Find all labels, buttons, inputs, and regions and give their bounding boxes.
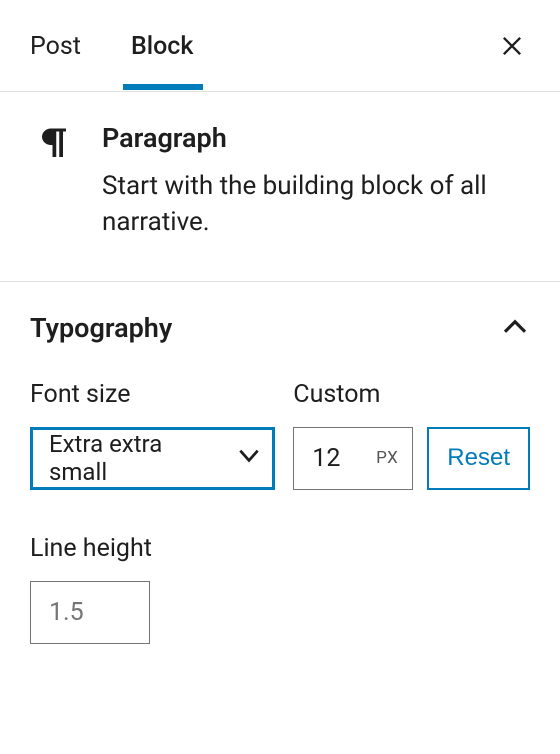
custom-size-group: Custom 12 PX Reset	[293, 380, 530, 490]
tab-block[interactable]: Block	[131, 2, 213, 89]
font-size-select[interactable]: Extra extra small	[30, 427, 275, 490]
tab-post[interactable]: Post	[30, 2, 101, 89]
typography-panel-toggle[interactable]: Typography	[30, 312, 530, 344]
custom-size-input[interactable]: 12 PX	[293, 427, 413, 490]
font-size-row: Font size Extra extra small Custom 12 PX…	[30, 380, 530, 490]
font-size-group: Font size Extra extra small	[30, 380, 275, 490]
font-size-label: Font size	[30, 380, 275, 409]
line-height-group: Line height 1.5	[30, 534, 530, 644]
block-description: Start with the building block of all nar…	[102, 168, 530, 241]
custom-size-label: Custom	[293, 380, 530, 409]
paragraph-icon	[36, 124, 72, 241]
line-height-input[interactable]: 1.5	[30, 581, 150, 644]
block-title: Paragraph	[102, 122, 530, 154]
typography-panel: Typography Font size Extra extra small C…	[0, 282, 560, 674]
sidebar-tabs: Post Block	[0, 0, 560, 92]
line-height-label: Line height	[30, 534, 530, 563]
chevron-down-icon	[236, 442, 262, 474]
reset-button[interactable]: Reset	[427, 427, 530, 490]
font-size-selected: Extra extra small	[49, 430, 226, 486]
custom-size-value: 12	[312, 444, 376, 473]
block-info: Paragraph Start with the building block …	[0, 92, 560, 282]
typography-title: Typography	[30, 312, 172, 344]
custom-size-unit: PX	[376, 448, 398, 468]
block-meta: Paragraph Start with the building block …	[102, 122, 530, 241]
close-button[interactable]	[494, 28, 530, 64]
line-height-placeholder: 1.5	[49, 598, 84, 627]
close-icon	[498, 32, 526, 60]
chevron-up-icon	[500, 313, 530, 343]
